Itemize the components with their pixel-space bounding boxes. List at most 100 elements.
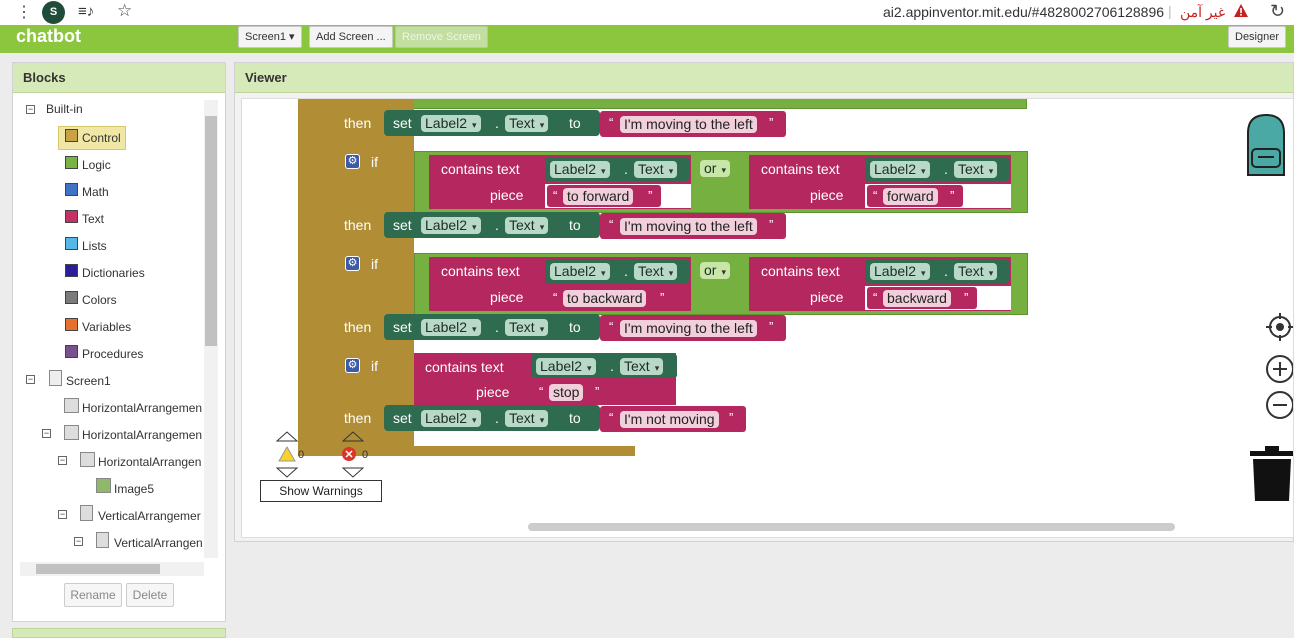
builtin-collapse-toggle[interactable]: − <box>26 105 35 114</box>
property-dropdown[interactable]: Text ▾ <box>620 358 664 375</box>
component-dropdown[interactable]: Label2 ▾ <box>550 263 610 280</box>
workspace-horizontal-scrollbar[interactable] <box>528 523 1175 531</box>
category-control[interactable]: Control <box>82 129 121 147</box>
tree-vscroll-thumb[interactable] <box>205 116 217 346</box>
label2-text-getter[interactable]: Label2 ▾ . Text ▾ <box>865 157 1009 181</box>
tree-component[interactable]: VerticalArrangen <box>114 534 202 552</box>
text-string-block[interactable]: “ to backward ” <box>547 287 673 309</box>
not-secure-label[interactable]: غير آمن <box>1180 4 1225 21</box>
warning-triangle-icon[interactable] <box>1233 3 1249 19</box>
tree-component[interactable]: HorizontalArrangemen <box>82 426 202 444</box>
reading-list-icon[interactable]: ≡♪ <box>78 3 94 20</box>
property-dropdown[interactable]: Text ▾ <box>634 161 678 178</box>
contains-text-block[interactable]: contains text piece Label2 ▾ . Text ▾ “ st… <box>414 353 677 405</box>
property-dropdown[interactable]: Text ▾ <box>505 217 549 234</box>
warnings-indicator[interactable]: 0 <box>275 431 304 484</box>
component-dropdown[interactable]: Label2 ▾ <box>421 319 481 336</box>
zoom-in-icon[interactable] <box>1264 353 1294 385</box>
contains-text-block[interactable]: contains text piece Label2 ▾ . Text ▾ “ to… <box>429 155 691 209</box>
component-dropdown[interactable]: Label2 ▾ <box>550 161 610 178</box>
warnings-nav-icon[interactable] <box>275 431 299 481</box>
text-string-block[interactable]: “ forward ” <box>867 185 963 207</box>
text-string-block[interactable]: “ I'm moving to the left ” <box>600 315 786 341</box>
control-block-spine[interactable] <box>298 99 336 451</box>
category-procedures[interactable]: Procedures <box>82 345 143 363</box>
screen-collapse-toggle[interactable]: − <box>26 375 35 384</box>
trash-icon[interactable] <box>1249 445 1294 503</box>
recenter-icon[interactable] <box>1264 311 1294 343</box>
component-collapse-toggle[interactable]: − <box>74 537 83 546</box>
browser-menu-icon[interactable]: ⋮ <box>16 2 32 22</box>
tree-horizontal-scrollbar[interactable] <box>20 562 204 576</box>
contains-text-block[interactable]: contains text piece Label2 ▾ . Text ▾ “ fo… <box>749 155 1011 209</box>
delete-button[interactable]: Delete <box>126 583 174 607</box>
blocks-workspace[interactable]: then set Label2 ▾ . Text ▾ to “ I'm moving… <box>241 98 1294 538</box>
label2-text-getter[interactable]: Label2 ▾ . Text ▾ <box>545 259 689 283</box>
component-collapse-toggle[interactable]: − <box>58 510 67 519</box>
text-string-block[interactable]: “ I'm moving to the left ” <box>600 111 786 137</box>
string-value[interactable]: I'm moving to the left <box>620 218 757 235</box>
address-bar-url[interactable]: ai2.appinventor.mit.edu/#482800270612889… <box>883 4 1164 20</box>
tree-hscroll-thumb[interactable] <box>36 564 160 574</box>
errors-nav-icon[interactable] <box>341 431 365 481</box>
rename-button[interactable]: Rename <box>64 583 122 607</box>
text-string-block[interactable]: “ stop ” <box>533 381 609 403</box>
tree-builtin[interactable]: Built-in <box>46 100 83 118</box>
string-value[interactable]: I'm moving to the left <box>620 320 757 337</box>
text-string-block[interactable]: “ I'm not moving ” <box>600 406 746 432</box>
set-label2-text-block[interactable]: set Label2 ▾ . Text ▾ to <box>384 212 600 238</box>
string-value[interactable]: backward <box>883 290 951 307</box>
string-value[interactable]: forward <box>883 188 938 205</box>
label2-text-getter[interactable]: Label2 ▾ . Text ▾ <box>865 259 1009 283</box>
remove-screen-button[interactable]: Remove Screen <box>395 26 488 48</box>
mutator-gear-icon[interactable]: ⚙ <box>345 358 360 373</box>
string-value[interactable]: I'm not moving <box>620 411 719 428</box>
partial-condition-block[interactable] <box>412 99 1027 109</box>
text-string-block[interactable]: “ to forward ” <box>547 185 661 207</box>
add-screen-button[interactable]: Add Screen ... <box>309 26 393 48</box>
category-logic[interactable]: Logic <box>82 156 111 174</box>
bookmark-star-icon[interactable]: ☆ <box>117 1 132 21</box>
tree-component[interactable]: HorizontalArrangemen <box>82 399 202 417</box>
set-label2-text-block[interactable]: set Label2 ▾ . Text ▾ to <box>384 405 600 431</box>
tree-screen1[interactable]: Screen1 <box>66 372 111 390</box>
component-dropdown[interactable]: Label2 ▾ <box>421 410 481 427</box>
property-dropdown[interactable]: Text ▾ <box>505 319 549 336</box>
tree-component[interactable]: HorizontalArrangen <box>98 453 202 471</box>
string-value[interactable]: to backward <box>563 290 647 307</box>
or-dropdown[interactable]: or ▾ <box>700 262 730 279</box>
zoom-out-icon[interactable] <box>1264 389 1294 421</box>
designer-button[interactable]: Designer <box>1228 26 1287 48</box>
mutator-gear-icon[interactable]: ⚙ <box>345 256 360 271</box>
category-dictionaries[interactable]: Dictionaries <box>82 264 145 282</box>
set-label2-text-block[interactable]: set Label2 ▾ . Text ▾ to <box>384 314 600 340</box>
or-dropdown[interactable]: or ▾ <box>700 160 730 177</box>
contains-text-block[interactable]: contains text piece Label2 ▾ . Text ▾ “ to… <box>429 257 691 311</box>
mutator-gear-icon[interactable]: ⚙ <box>345 154 360 169</box>
property-dropdown[interactable]: Text ▾ <box>954 263 998 280</box>
label2-text-getter[interactable]: Label2 ▾ . Text ▾ <box>545 157 689 181</box>
property-dropdown[interactable]: Text ▾ <box>505 410 549 427</box>
tree-component[interactable]: Image5 <box>114 480 154 498</box>
component-dropdown[interactable]: Label2 ▾ <box>536 358 596 375</box>
show-warnings-button[interactable]: Show Warnings <box>260 480 382 502</box>
property-dropdown[interactable]: Text ▾ <box>505 115 549 132</box>
or-logic-block[interactable]: contains text piece Label2 ▾ . Text ▾ “ to… <box>414 151 1028 213</box>
profile-avatar[interactable]: S <box>42 1 65 24</box>
tree-component[interactable]: VerticalArrangemer <box>98 507 202 525</box>
or-logic-block[interactable]: contains text piece Label2 ▾ . Text ▾ “ to… <box>414 253 1028 315</box>
string-value[interactable]: stop <box>549 384 584 401</box>
tree-vertical-scrollbar[interactable] <box>204 100 218 558</box>
category-lists[interactable]: Lists <box>82 237 107 255</box>
text-string-block[interactable]: “ backward ” <box>867 287 977 309</box>
property-dropdown[interactable]: Text ▾ <box>954 161 998 178</box>
set-label2-text-block[interactable]: set Label2 ▾ . Text ▾ to <box>384 110 600 136</box>
backpack-icon[interactable] <box>1238 111 1294 181</box>
category-colors[interactable]: Colors <box>82 291 117 309</box>
label2-text-getter[interactable]: Label2 ▾ . Text ▾ <box>531 354 677 378</box>
component-dropdown[interactable]: Label2 ▾ <box>870 161 930 178</box>
component-collapse-toggle[interactable]: − <box>58 456 67 465</box>
component-collapse-toggle[interactable]: − <box>42 429 51 438</box>
text-string-block[interactable]: “ I'm moving to the left ” <box>600 213 786 239</box>
category-variables[interactable]: Variables <box>82 318 131 336</box>
